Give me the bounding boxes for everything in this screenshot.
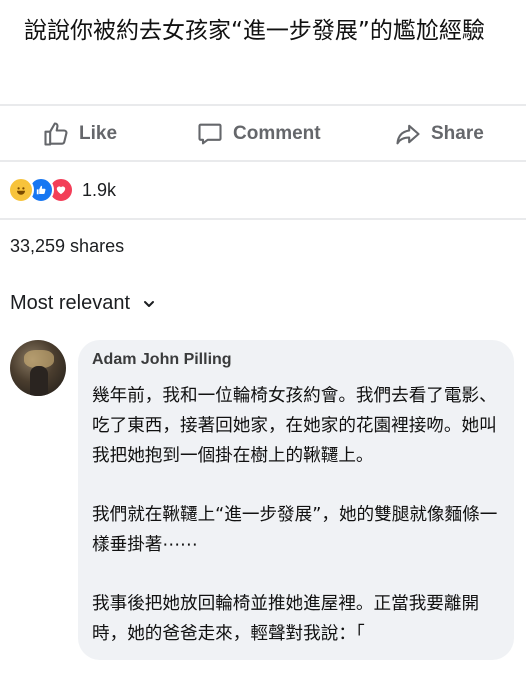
haha-icon [8,177,34,203]
thumbs-up-icon [44,122,68,146]
comment-paragraph: 幾年前，我和一位輪椅女孩約會。我們去看了電影、吃了東西，接著回她家，在她家的花園… [92,386,497,466]
comment-text: 幾年前，我和一位輪椅女孩約會。我們去看了電影、吃了東西，接著回她家，在她家的花園… [92,381,510,678]
share-label: Share [431,123,484,144]
like-label: Like [79,123,118,144]
divider-top [0,104,526,106]
comment-paragraph: 我事後把她放回輪椅並推她進屋裡。正當我要離開時，她的爸爸走來，輕聲對我說：「 [92,594,480,644]
comment-icon [198,123,222,145]
share-button[interactable]: Share [394,112,484,156]
reactions-summary[interactable]: 1.9k [8,172,116,208]
share-count[interactable]: 33,259 shares [10,236,124,257]
like-button[interactable]: Like [42,112,117,156]
post-title: 說說你被約去女孩家“進一步發展”的尷尬經驗 [24,18,485,44]
post-actions: Like Comment Share [0,112,526,156]
divider-actions [0,160,526,162]
comment-author[interactable]: Adam John Pilling [92,351,232,369]
chevron-down-icon [144,300,155,307]
comment-paragraph: 我們就在鞦韆上“進一步發展”，她的雙腿就像麵條一樣垂掛著⋯⋯ [92,505,498,555]
reaction-count: 1.9k [82,179,117,200]
comment-sort-dropdown[interactable]: Most relevant [10,292,156,315]
comment-button[interactable]: Comment [196,112,321,156]
divider-reactions [0,218,526,220]
share-arrow-icon [396,124,420,145]
comment-label: Comment [233,123,321,144]
avatar[interactable] [10,340,66,396]
sort-label: Most relevant [10,292,131,314]
